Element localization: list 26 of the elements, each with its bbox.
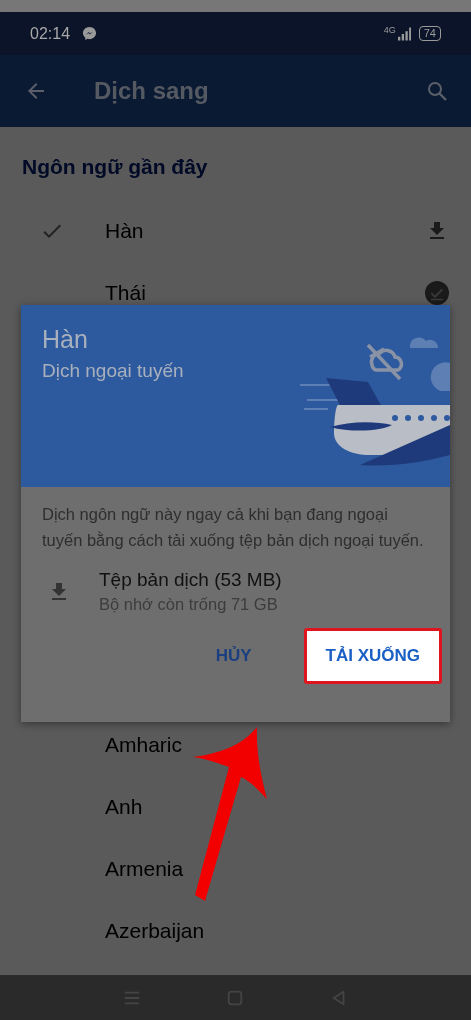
language-item[interactable]: Azerbaijan <box>0 900 471 962</box>
chat-bubble-icon <box>82 26 98 41</box>
highlighted-button[interactable]: TẢI XUỐNG <box>303 628 442 684</box>
language-item[interactable]: Thái <box>0 262 471 324</box>
dialog-subtitle: Dịch ngoại tuyến <box>42 360 185 382</box>
signal-icon <box>397 26 411 41</box>
file-name: Tệp bản dịch (53 MB) <box>99 569 282 591</box>
language-name: Anh <box>105 795 143 819</box>
home-square-icon[interactable] <box>226 988 245 1007</box>
dialog-button[interactable]: HỦY <box>193 628 274 684</box>
language-name: Hàn <box>105 219 144 243</box>
language-name: Azerbaijan <box>105 919 205 943</box>
language-name: Thái <box>105 281 146 305</box>
dialog-title: Hàn <box>42 325 89 354</box>
language-name: Armenia <box>105 857 184 881</box>
search-icon[interactable] <box>425 79 449 103</box>
battery-level: 74 <box>418 26 441 41</box>
section-header: Ngôn ngữ gần đây <box>21 154 209 180</box>
network-type: 4G <box>383 24 396 35</box>
language-name: Amharic <box>105 733 183 757</box>
clock: 02:14 <box>30 24 71 43</box>
screen-title: Dịch sang <box>94 77 209 105</box>
language-item[interactable]: Anh <box>0 776 471 838</box>
language-item[interactable]: Armenia <box>0 838 471 900</box>
language-item[interactable]: Hàn <box>0 200 471 262</box>
dialog-description: Dịch ngôn ngữ này ngay cả khi bạn đang ngoại tuyến bằng cách tải xuống tệp bản dịch ngoại tuyến. <box>42 504 425 551</box>
